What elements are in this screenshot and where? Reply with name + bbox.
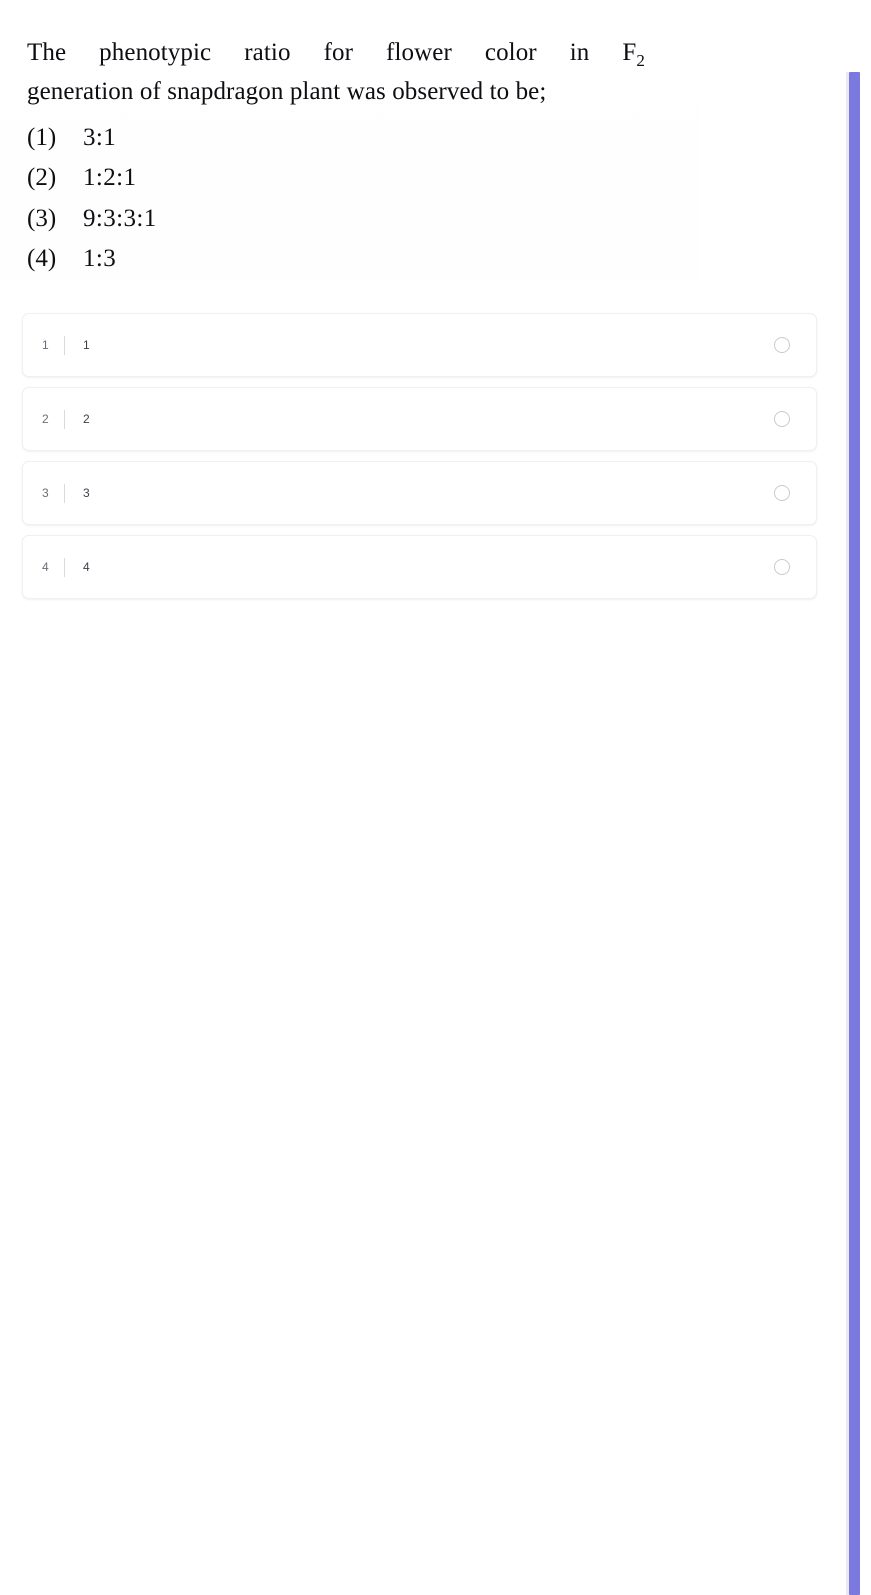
answer-choice-3-divider [64,483,65,503]
question-option-4-text: 1:3 [83,245,117,272]
question-option-1-marker: (1) [27,123,57,151]
radio-unselected-icon[interactable] [774,559,790,575]
question-stem-line-1: The phenotypic ratio for flower color in… [27,34,645,73]
answer-choice-1[interactable]: 1 1 [22,313,817,377]
answer-choice-4-label: 4 [83,560,90,574]
question-option-3-marker: (3) [27,204,57,232]
question-stem-line-2: generation of snapdragon plant was obser… [27,77,547,105]
answer-choice-list: 1 1 2 2 3 3 4 4 [22,313,817,599]
answer-choice-4-divider [64,557,65,577]
answer-choice-2-label: 2 [83,412,90,426]
question-options-list: (1) 3:1 (2) 1:2:1 (3) 9:3:3:1 (4) 1:3 [27,118,700,280]
question-option-3-text: 9:3:3:1 [83,204,157,232]
question-option-2: (2) 1:2:1 [27,158,700,199]
question-option-2-marker: (2) [27,164,57,191]
answer-choice-1-index: 1 [42,338,49,352]
question-stem-line-1-text: The phenotypic ratio for flower color in… [27,39,637,66]
answer-choice-1-label: 1 [83,338,90,352]
answer-choice-4-index: 4 [42,560,49,574]
answer-choice-3-index: 3 [42,486,49,500]
question-option-2-text: 1:2:1 [83,164,137,191]
question-option-4: (4) 1:3 [27,239,700,280]
question-image: The phenotypic ratio for flower color in… [0,0,700,280]
answer-choice-3[interactable]: 3 3 [22,461,817,525]
answer-choice-2-index: 2 [42,412,49,426]
question-option-1-text: 3:1 [83,123,117,151]
question-option-4-marker: (4) [27,245,57,272]
radio-unselected-icon[interactable] [774,337,790,353]
question-stem-subscript: 2 [636,51,645,70]
question-option-1: (1) 3:1 [27,118,700,159]
answer-choice-2[interactable]: 2 2 [22,387,817,451]
radio-unselected-icon[interactable] [774,485,790,501]
answer-choice-2-divider [64,409,65,429]
radio-unselected-icon[interactable] [774,411,790,427]
question-stem: The phenotypic ratio for flower color in… [27,34,645,112]
answer-choice-3-label: 3 [83,486,90,500]
answer-choice-4[interactable]: 4 4 [22,535,817,599]
question-option-3: (3) 9:3:3:1 [27,199,700,240]
answer-choice-1-divider [64,335,65,355]
accent-rail [849,72,860,1595]
